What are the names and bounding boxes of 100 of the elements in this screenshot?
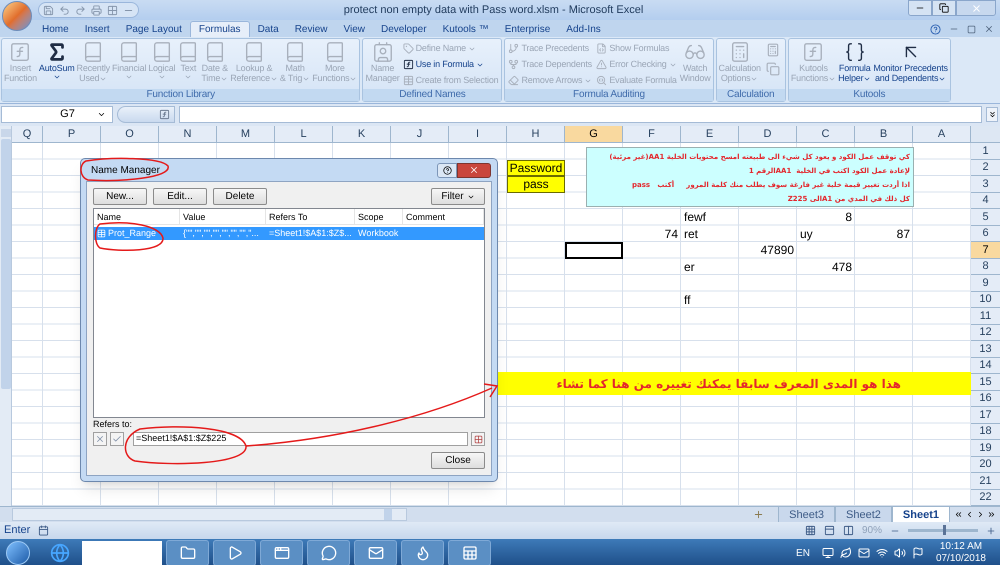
row-header[interactable]: 2 <box>971 160 1000 176</box>
close-button[interactable] <box>457 162 491 178</box>
save-icon[interactable] <box>43 4 54 16</box>
ribbon-tab[interactable]: Enterprise <box>496 21 558 37</box>
formula-input[interactable] <box>179 106 982 123</box>
close-dialog-button[interactable]: Close <box>431 452 485 469</box>
row-header[interactable]: 19 <box>971 440 1000 456</box>
column-header[interactable]: G <box>565 126 623 143</box>
row-header[interactable]: 10 <box>971 292 1000 308</box>
insert-sheet-icon[interactable] <box>753 509 764 520</box>
ribbon-tab[interactable]: Formulas <box>190 21 250 37</box>
ribbon-button[interactable]: AutoSum <box>38 39 76 89</box>
column-header[interactable]: M <box>217 126 275 143</box>
filter-button[interactable]: Filter <box>431 188 485 205</box>
row-header[interactable]: 20 <box>971 456 1000 473</box>
normal-view-icon[interactable] <box>804 525 816 536</box>
vertical-scrollbar[interactable] <box>0 126 12 506</box>
first-sheet-icon[interactable] <box>954 510 963 519</box>
dialog-button[interactable]: New... <box>93 188 147 205</box>
taskbar-app-button[interactable] <box>260 540 303 565</box>
taskbar-app-button[interactable] <box>166 540 209 565</box>
sheet-tab[interactable]: Sheet3 <box>778 507 836 522</box>
row-header[interactable]: 9 <box>971 275 1000 292</box>
flag-icon[interactable] <box>912 547 924 559</box>
ribbon-button[interactable]: Monitor Precedents and Dependents <box>872 39 949 89</box>
taskbar-app-button[interactable] <box>401 540 444 565</box>
tray-icon[interactable] <box>840 547 852 559</box>
name-box[interactable]: G7 <box>1 106 113 123</box>
dialog-button[interactable]: Delete <box>213 188 267 205</box>
taskbar-app-button[interactable] <box>354 540 397 565</box>
row-header[interactable]: 4 <box>971 192 1000 209</box>
ribbon-tab[interactable]: Review <box>286 21 336 37</box>
row-header[interactable]: 21 <box>971 473 1000 490</box>
browser-icon[interactable] <box>50 543 70 563</box>
list-column-header[interactable]: Scope <box>355 209 403 224</box>
column-header[interactable]: H <box>507 126 565 143</box>
list-column-header[interactable]: Comment <box>403 209 484 224</box>
column-header[interactable]: D <box>739 126 797 143</box>
ribbon-tab[interactable]: Add-Ins <box>558 21 609 37</box>
row-header[interactable]: 1 <box>971 143 1000 160</box>
row-header[interactable]: 14 <box>971 358 1000 374</box>
language-indicator[interactable]: EN <box>796 546 810 560</box>
row-header[interactable]: 18 <box>971 424 1000 440</box>
help-icon[interactable] <box>930 24 941 34</box>
formula-bar-handle[interactable] <box>117 106 175 123</box>
column-header[interactable]: I <box>449 126 507 143</box>
column-header[interactable]: K <box>333 126 391 143</box>
list-column-header[interactable]: Value <box>180 209 266 224</box>
macro-record-icon[interactable] <box>38 525 50 536</box>
row-header[interactable]: 17 <box>971 407 1000 424</box>
zoom-slider-thumb[interactable] <box>943 525 946 535</box>
row-header[interactable]: 15 <box>971 374 1000 390</box>
ribbon-button[interactable]: Formula Helper <box>837 39 872 89</box>
last-sheet-icon[interactable] <box>987 510 996 519</box>
column-header[interactable]: O <box>101 126 159 143</box>
collapse-dialog-button[interactable] <box>471 432 485 446</box>
row-header[interactable]: 7 <box>971 242 1000 258</box>
cancel-edit-button[interactable] <box>93 432 107 446</box>
horizontal-scrollbar[interactable] <box>12 508 407 521</box>
column-header[interactable]: E <box>681 126 739 143</box>
zoom-in-icon[interactable] <box>986 526 996 536</box>
sheet-tab[interactable]: Sheet2 <box>835 507 892 522</box>
active-cell[interactable] <box>565 242 623 259</box>
print-icon[interactable] <box>91 4 102 16</box>
caret-icon[interactable] <box>97 110 106 119</box>
ribbon-button[interactable]: Use in Formula <box>402 57 498 72</box>
column-header[interactable]: N <box>159 126 217 143</box>
row-header[interactable]: 11 <box>971 308 1000 324</box>
redo-icon[interactable] <box>75 4 86 16</box>
column-header[interactable]: L <box>275 126 333 143</box>
restore-button[interactable] <box>932 0 956 16</box>
close-icon[interactable] <box>984 24 994 34</box>
ribbon-tab[interactable]: Page Layout <box>118 21 190 37</box>
function-icon[interactable] <box>159 109 170 120</box>
row-header[interactable]: 8 <box>971 258 1000 275</box>
taskbar-app-button[interactable] <box>448 540 491 565</box>
row-header[interactable]: 3 <box>971 176 1000 192</box>
dialog-button[interactable]: Edit... <box>153 188 207 205</box>
refers-to-field[interactable]: =Sheet1!$A$1:$Z$225 <box>133 432 468 446</box>
undo-icon[interactable] <box>59 4 70 16</box>
start-button[interactable] <box>6 541 30 565</box>
next-sheet-icon[interactable] <box>976 510 985 519</box>
list-column-header[interactable]: Refers To <box>266 209 355 224</box>
office-button[interactable] <box>2 1 32 31</box>
column-header[interactable]: B <box>855 126 913 143</box>
ribbon-tab[interactable]: Data <box>250 21 287 37</box>
ribbon-tab[interactable]: Developer <box>372 21 435 37</box>
help-button[interactable] <box>437 162 457 178</box>
volume-icon[interactable] <box>894 547 906 559</box>
column-header[interactable]: A <box>913 126 971 143</box>
row-header[interactable]: 13 <box>971 341 1000 358</box>
list-column-header[interactable]: Name <box>94 209 180 224</box>
tray-icon[interactable] <box>822 547 834 559</box>
column-header[interactable]: P <box>43 126 101 143</box>
row-header[interactable]: 22 <box>971 490 1000 506</box>
sheet-tab[interactable]: Sheet1 <box>892 507 950 522</box>
ribbon-tab[interactable]: Kutools ™ <box>434 21 497 37</box>
ribbon-tab[interactable]: Insert <box>76 21 118 37</box>
column-header[interactable]: F <box>623 126 681 143</box>
row-header[interactable]: 5 <box>971 209 1000 226</box>
